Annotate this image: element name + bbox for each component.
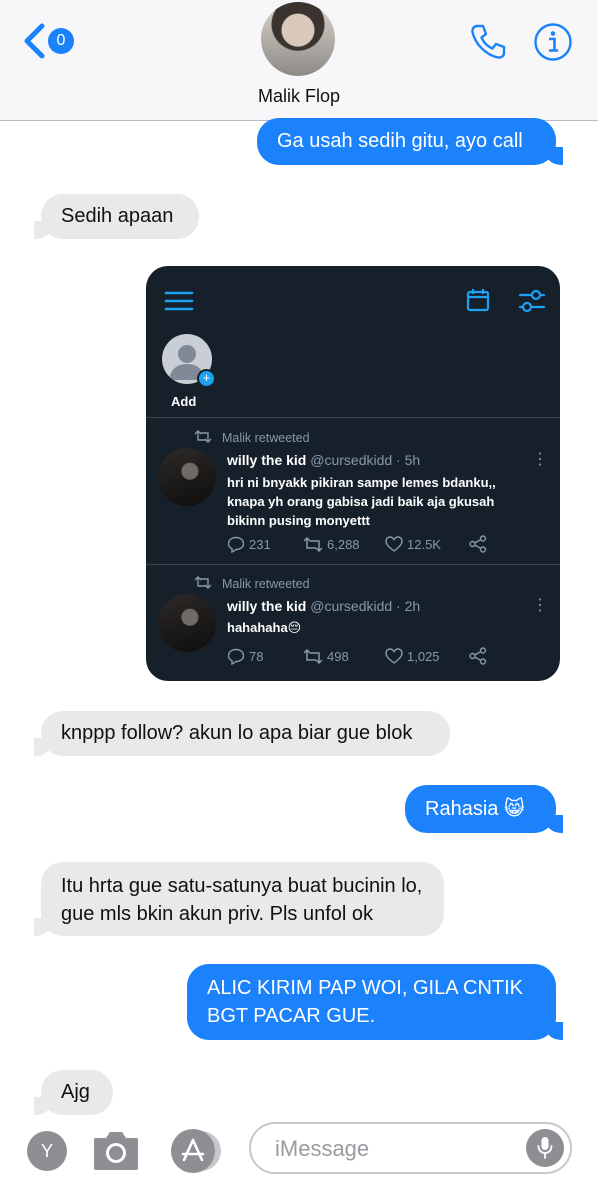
message-bubble-sent[interactable]: Rahasia 😸 [405, 785, 563, 833]
unread-badge: 0 [48, 28, 74, 54]
more-options-icon: ⋮ [532, 451, 548, 468]
calendar-icon [466, 289, 490, 312]
back-button[interactable]: 0 [22, 22, 82, 60]
tweet-actions: 231 6,288 12.5K [227, 535, 487, 553]
app-store-icon [181, 1138, 205, 1162]
message-bubble-received[interactable]: knppp follow? akun lo apa biar gue blok [34, 711, 450, 756]
tweet-author: willy the kid @cursedkidd · 2h [227, 598, 421, 614]
tweet-author: willy the kid @cursedkidd · 5h [227, 452, 421, 468]
memoji-avatar-button[interactable]: Y [27, 1131, 67, 1171]
add-account-label: Add [171, 394, 197, 409]
tweet-avatar [158, 448, 216, 506]
retweet-icon [194, 576, 212, 592]
share-icon [469, 535, 487, 553]
message-bubble-sent[interactable]: ALIC KIRIM PAP WOI, GILA CNTIK BGT PACAR… [187, 964, 563, 1040]
message-input-bar: Y [0, 1118, 598, 1200]
info-button[interactable] [533, 22, 573, 67]
camera-icon [94, 1132, 138, 1170]
message-input[interactable] [273, 1134, 507, 1164]
message-bubble-received[interactable]: Itu hrta gue satu-satunya buat bucinin l… [34, 862, 444, 936]
tweet: Malik retweeted willy the kid @cursedkid… [146, 418, 560, 564]
dictation-button[interactable] [526, 1129, 564, 1167]
contact-avatar[interactable] [261, 2, 335, 76]
reply-icon [227, 536, 245, 553]
heart-icon [385, 648, 403, 664]
info-icon [534, 23, 572, 61]
contact-name[interactable]: Malik Flop [0, 86, 598, 107]
chevron-left-icon [24, 23, 45, 59]
retweet-icon [194, 430, 212, 446]
tweet-text: hri ni bnyakk pikiran sampe lemes bdanku… [227, 475, 496, 528]
retweet-context: Malik retweeted [194, 576, 310, 592]
message-bubble-received[interactable]: Sedih apaan [34, 194, 199, 239]
menu-icon [164, 291, 194, 311]
reply-icon [227, 648, 245, 665]
heart-icon [385, 536, 403, 552]
camera-button[interactable] [92, 1128, 140, 1177]
tweet-text: hahahaha😔 [227, 620, 302, 635]
retweet-context: Malik retweeted [194, 430, 310, 446]
message-bubble-sent[interactable]: Ga usah sedih gitu, ayo call [257, 118, 563, 165]
filter-sliders-icon [518, 289, 546, 313]
message-bubble-received[interactable]: Ajg [34, 1070, 113, 1115]
tweet: Malik retweeted willy the kid @cursedkid… [146, 565, 560, 681]
phone-icon [471, 24, 506, 59]
call-button[interactable] [468, 22, 508, 67]
retweet-icon [303, 536, 323, 552]
app-store-button[interactable] [171, 1129, 215, 1173]
shared-screenshot-image[interactable]: + Add Malik retweeted willy the kid @cur… [146, 266, 560, 681]
tweet-avatar [158, 594, 216, 652]
plus-icon: + [197, 369, 216, 388]
conversation-header: 0 Malik Flop [0, 0, 598, 121]
imessage-field[interactable] [249, 1122, 572, 1174]
microphone-icon [537, 1137, 553, 1159]
retweet-icon [303, 648, 323, 664]
tweet-actions: 78 498 1,025 [227, 647, 487, 665]
more-options-icon: ⋮ [532, 597, 548, 614]
share-icon [469, 647, 487, 665]
